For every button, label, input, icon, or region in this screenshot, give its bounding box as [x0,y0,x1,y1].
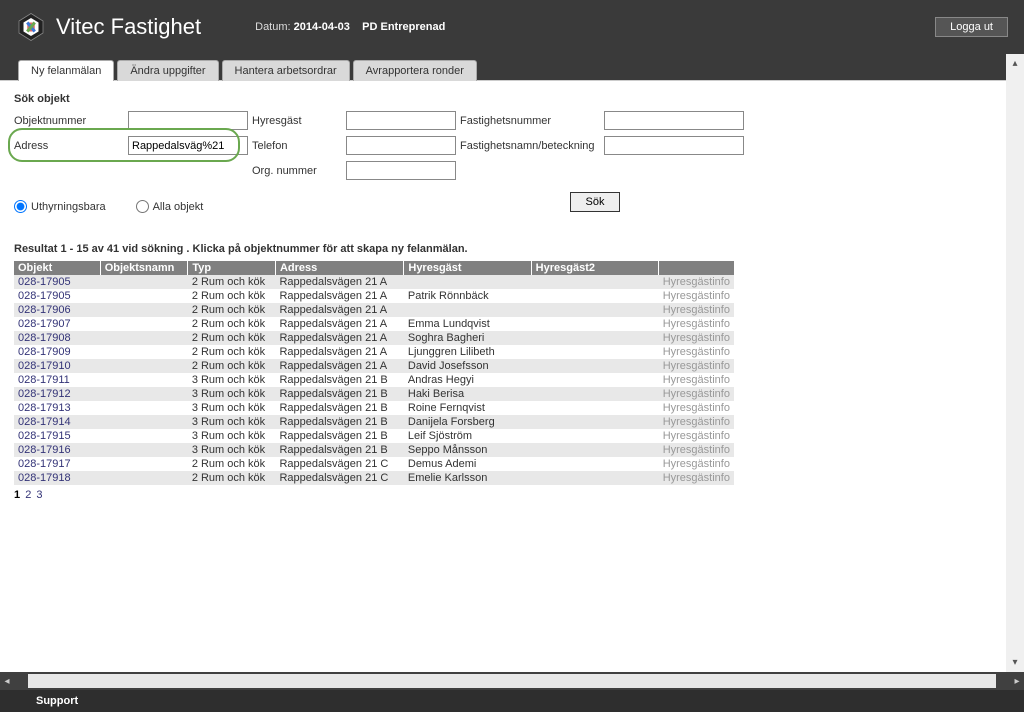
objekt-link[interactable]: 028-17918 [18,472,71,484]
objekt-link[interactable]: 028-17917 [18,458,71,470]
table-row: 028-179092 Rum och kökRappedalsvägen 21 … [14,345,734,359]
search-button[interactable]: Sök [570,192,620,212]
scroll-down-icon[interactable]: ▾ [1012,657,1017,668]
table-row: 028-179052 Rum och kökRappedalsvägen 21 … [14,275,734,289]
hyresgastinfo-link[interactable]: Hyresgästinfo [663,374,730,386]
th-adress: Adress [275,261,403,275]
hyresgastinfo-link[interactable]: Hyresgästinfo [663,346,730,358]
table-row: 028-179153 Rum och kökRappedalsvägen 21 … [14,429,734,443]
table-row: 028-179052 Rum och kökRappedalsvägen 21 … [14,289,734,303]
pagination: 1 2 3 [14,489,992,501]
th-hyresgast2: Hyresgäst2 [531,261,659,275]
header-meta: Datum: 2014-04-03 PD Entreprenad [255,21,445,33]
th-objekt: Objekt [14,261,100,275]
hyresgastinfo-link[interactable]: Hyresgästinfo [663,318,730,330]
objekt-link[interactable]: 028-17905 [18,276,71,288]
tab-andra-uppgifter[interactable]: Ändra uppgifter [117,60,218,81]
input-hyresgast[interactable] [346,111,456,130]
footer-support[interactable]: Support [0,690,1024,712]
label-adress: Adress [14,140,124,152]
label-fastighetsnamn: Fastighetsnamn/beteckning [460,140,600,152]
table-row: 028-179113 Rum och kökRappedalsvägen 21 … [14,373,734,387]
hyresgastinfo-link[interactable]: Hyresgästinfo [663,402,730,414]
table-row: 028-179072 Rum och kökRappedalsvägen 21 … [14,317,734,331]
page-1: 1 [14,489,20,501]
objekt-link[interactable]: 028-17911 [18,374,70,386]
objekt-link[interactable]: 028-17905 [18,290,71,302]
objekt-link[interactable]: 028-17906 [18,304,71,316]
hyresgastinfo-link[interactable]: Hyresgästinfo [663,472,730,484]
objekt-link[interactable]: 028-17907 [18,318,71,330]
objekt-link[interactable]: 028-17914 [18,416,71,428]
hyresgastinfo-link[interactable]: Hyresgästinfo [663,416,730,428]
hyresgastinfo-link[interactable]: Hyresgästinfo [663,332,730,344]
tab-ny-felanmalan[interactable]: Ny felanmälan [18,60,114,81]
scroll-right-icon[interactable]: ▸ [1010,676,1024,687]
objekt-link[interactable]: 028-17912 [18,388,71,400]
hyresgastinfo-link[interactable]: Hyresgästinfo [663,276,730,288]
hyresgastinfo-link[interactable]: Hyresgästinfo [663,444,730,456]
objekt-link[interactable]: 028-17909 [18,346,71,358]
hyresgastinfo-link[interactable]: Hyresgästinfo [663,304,730,316]
input-objektnummer[interactable] [128,111,248,130]
horizontal-scrollbar[interactable]: ◂ ▸ [0,672,1024,690]
label-objektnummer: Objektnummer [14,115,124,127]
results-table: Objekt Objektsnamn Typ Adress Hyresgäst … [14,261,734,485]
label-telefon: Telefon [252,140,342,152]
brand-title: Vitec Fastighet [56,14,201,40]
hyresgastinfo-link[interactable]: Hyresgästinfo [663,458,730,470]
table-row: 028-179163 Rum och kökRappedalsvägen 21 … [14,443,734,457]
vertical-scrollbar[interactable]: ▴ ▾ [1006,54,1024,672]
objekt-link[interactable]: 028-17916 [18,444,71,456]
input-orgnummer[interactable] [346,161,456,180]
page-2[interactable]: 2 [25,489,31,501]
table-row: 028-179133 Rum och kökRappedalsvägen 21 … [14,401,734,415]
label-hyresgast: Hyresgäst [252,115,342,127]
th-info [659,261,734,275]
th-objektsnamn: Objektsnamn [100,261,188,275]
input-telefon[interactable] [346,136,456,155]
label-orgnummer: Org. nummer [252,165,342,177]
search-section-title: Sök objekt [14,93,992,105]
objekt-link[interactable]: 028-17915 [18,430,71,442]
input-adress[interactable] [128,136,248,155]
table-row: 028-179102 Rum och kökRappedalsvägen 21 … [14,359,734,373]
table-row: 028-179182 Rum och kökRappedalsvägen 21 … [14,471,734,485]
tabs: Ny felanmälan Ändra uppgifter Hantera ar… [0,54,1006,80]
logout-button[interactable]: Logga ut [935,17,1008,37]
objekt-link[interactable]: 028-17908 [18,332,71,344]
hyresgastinfo-link[interactable]: Hyresgästinfo [663,360,730,372]
table-row: 028-179143 Rum och kökRappedalsvägen 21 … [14,415,734,429]
objekt-link[interactable]: 028-17910 [18,360,71,372]
radio-uthyrningsbara[interactable]: Uthyrningsbara [14,200,106,213]
th-typ: Typ [188,261,276,275]
radio-alla-objekt[interactable]: Alla objekt [136,200,204,213]
logo-icon [16,12,46,42]
table-row: 028-179062 Rum och kökRappedalsvägen 21 … [14,303,734,317]
table-row: 028-179172 Rum och kökRappedalsvägen 21 … [14,457,734,471]
scroll-left-icon[interactable]: ◂ [0,676,14,687]
scroll-up-icon[interactable]: ▴ [1012,58,1017,69]
objekt-link[interactable]: 028-17913 [18,402,71,414]
table-row: 028-179123 Rum och kökRappedalsvägen 21 … [14,387,734,401]
page-3[interactable]: 3 [36,489,42,501]
th-hyresgast: Hyresgäst [404,261,531,275]
hyresgastinfo-link[interactable]: Hyresgästinfo [663,290,730,302]
result-summary: Resultat 1 - 15 av 41 vid sökning . Klic… [14,243,992,255]
hyresgastinfo-link[interactable]: Hyresgästinfo [663,430,730,442]
tab-avrapportera-ronder[interactable]: Avrapportera ronder [353,60,477,81]
hyresgastinfo-link[interactable]: Hyresgästinfo [663,388,730,400]
table-row: 028-179082 Rum och kökRappedalsvägen 21 … [14,331,734,345]
label-fastighetsnummer: Fastighetsnummer [460,115,600,127]
input-fastighetsnamn[interactable] [604,136,744,155]
input-fastighetsnummer[interactable] [604,111,744,130]
tab-hantera-arbetsordrar[interactable]: Hantera arbetsordrar [222,60,350,81]
